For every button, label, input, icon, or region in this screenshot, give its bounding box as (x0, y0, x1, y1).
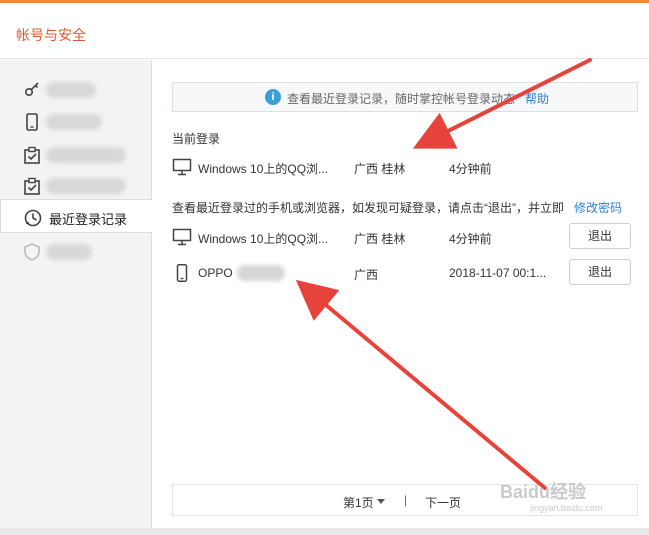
history-clock-icon (23, 208, 43, 228)
next-page-button[interactable]: 下一页 (425, 494, 461, 511)
login-time: 4分钟前 (449, 232, 492, 246)
watermark-logo: Baidu经验 (500, 482, 587, 502)
clipboard-check-icon (22, 145, 42, 165)
logout-button[interactable]: 退出 (569, 223, 631, 249)
login-location: 广西 桂林 (354, 162, 406, 176)
window-title: 帐号与安全 (16, 27, 86, 43)
device-name-redacted (237, 265, 285, 281)
current-login-title: 当前登录 (172, 132, 221, 146)
sidebar-item-other[interactable] (0, 234, 152, 268)
sidebar-item-password[interactable] (0, 72, 152, 106)
sidebar-item-protection[interactable] (0, 137, 152, 171)
clipboard-check-icon (22, 176, 42, 196)
device-name: Windows 10上的QQ浏... (198, 232, 329, 246)
sidebar-item-label-redacted (46, 82, 96, 98)
sidebar-item-phone[interactable] (0, 104, 152, 138)
sidebar-item-label-redacted (46, 147, 126, 163)
main-panel: i 查看最近登录记录，随时掌控帐号登录动态 帮助 当前登录 Windows 10… (152, 60, 649, 528)
monitor-icon (172, 228, 192, 246)
mobile-phone-icon (172, 264, 192, 282)
sidebar-item-verification[interactable] (0, 168, 152, 202)
watermark-url: jingyan.baidu.com (530, 503, 603, 513)
sidebar-item-label-redacted (46, 244, 92, 260)
sidebar-item-label: 最近登录记录 (49, 212, 128, 227)
login-location: 广西 桂林 (354, 232, 406, 246)
monitor-icon (172, 158, 192, 176)
sidebar-item-label-redacted (46, 114, 102, 130)
change-password-link[interactable]: 修改密码 (574, 199, 622, 216)
page-select[interactable]: 第1页 (343, 494, 374, 511)
key-icon (22, 80, 42, 100)
logout-button[interactable]: 退出 (569, 259, 631, 285)
info-banner: i 查看最近登录记录，随时掌控帐号登录动态 帮助 (172, 82, 638, 112)
pager-separator: | (404, 493, 408, 507)
current-login-row: Windows 10上的QQ浏... 广西 桂林 4分钟前 (172, 153, 642, 181)
device-name: OPPO (198, 266, 233, 280)
title-bar: 帐号与安全 (0, 3, 649, 59)
login-time: 2018-11-07 00:1... (449, 266, 547, 280)
shield-icon (22, 242, 42, 262)
banner-text: 查看最近登录记录，随时掌控帐号登录动态 (287, 92, 516, 106)
chevron-down-icon[interactable] (377, 499, 385, 504)
table-row: OPPO 广西 2018-11-07 00:1... 退出 (172, 259, 642, 287)
sidebar: 最近登录记录 (0, 60, 153, 528)
phone-icon (22, 112, 42, 132)
table-row: Windows 10上的QQ浏... 广西 桂林 4分钟前 退出 (172, 223, 642, 251)
sidebar-item-recent-logins[interactable]: 最近登录记录 (0, 199, 153, 233)
login-time: 4分钟前 (449, 162, 492, 176)
account-security-window: 帐号与安全 最近登录记录 i 查看最近登录记录，随时掌控帐号登录动态 帮助 当前… (0, 0, 649, 528)
help-link[interactable]: 帮助 (525, 90, 549, 107)
info-icon: i (265, 89, 281, 105)
sidebar-item-label-redacted (46, 178, 126, 194)
login-location: 广西 (354, 268, 379, 282)
device-name: Windows 10上的QQ浏... (198, 162, 329, 176)
recent-logins-title: 查看最近登录过的手机或浏览器，如发现可疑登录，请点击“退出”，并立即 (172, 201, 564, 215)
